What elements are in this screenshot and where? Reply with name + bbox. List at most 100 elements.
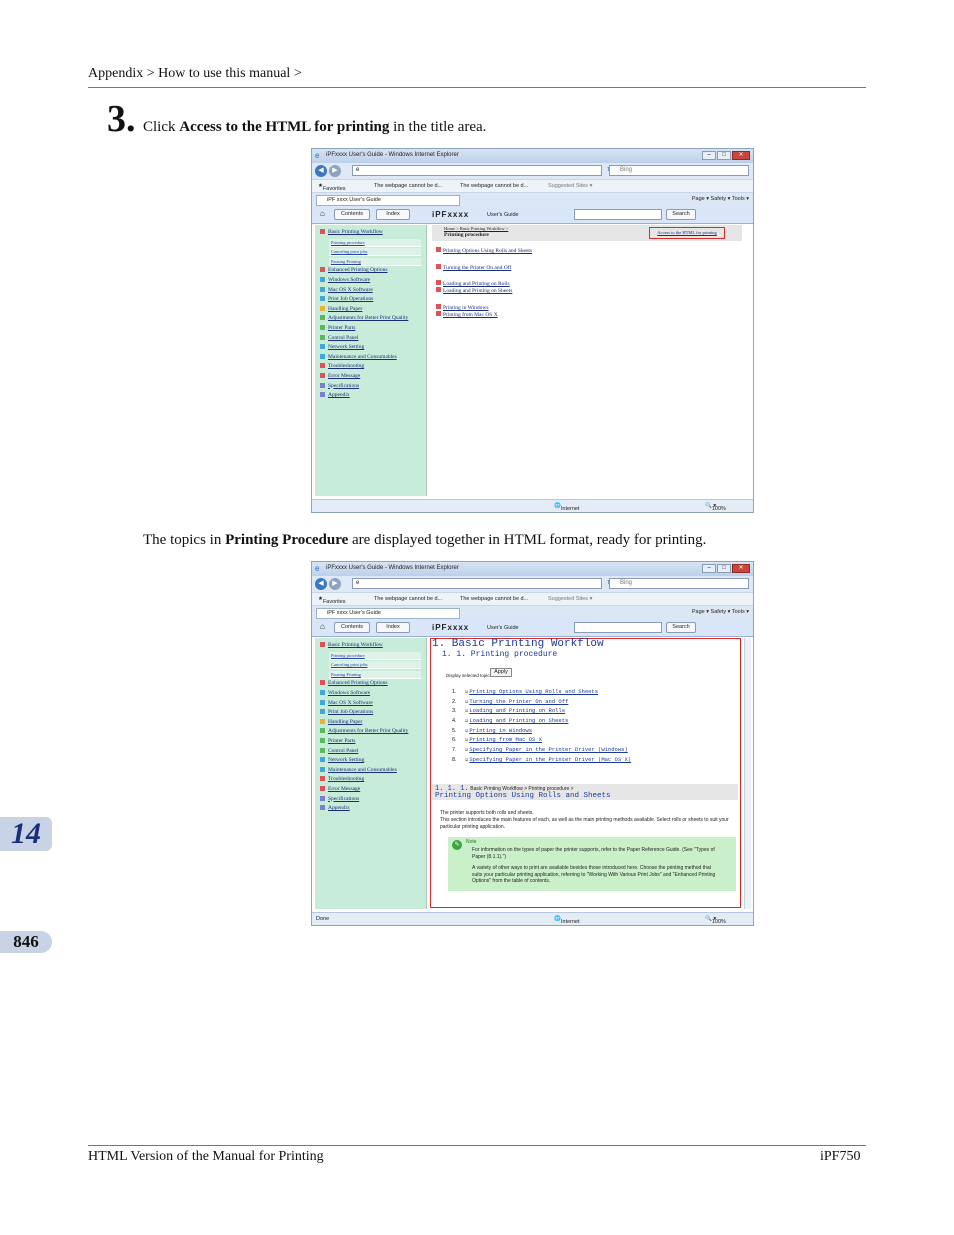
- sidebar-item[interactable]: Control Panel: [320, 334, 358, 341]
- sidebar-item[interactable]: Enhanced Printing Options: [320, 680, 388, 686]
- sidebar-item[interactable]: Handling Paper: [320, 718, 362, 725]
- topic-link[interactable]: Printing from Mac OS X: [469, 736, 542, 743]
- forward-icon[interactable]: ▶: [329, 578, 341, 590]
- fav-item-1[interactable]: The webpage cannot be d...: [374, 183, 442, 189]
- sidebar-item[interactable]: Mac OS X Software: [320, 286, 373, 293]
- sidebar-item[interactable]: Error Message: [320, 373, 360, 379]
- forward-icon[interactable]: ▶: [329, 165, 341, 177]
- search-button[interactable]: Search: [666, 209, 696, 220]
- sidebar-item[interactable]: Control Panel: [320, 747, 358, 754]
- fav-item-3[interactable]: Suggested Sites ▾: [548, 596, 592, 602]
- app-search-input[interactable]: [574, 209, 662, 220]
- topic-link[interactable]: Loading and Printing on Sheets: [469, 717, 568, 724]
- contents-button[interactable]: Contents: [334, 209, 370, 220]
- topic-link[interactable]: Specifying Paper in the Printer Driver (…: [469, 746, 627, 753]
- topic-link[interactable]: Loading and Printing on Rolls: [469, 707, 565, 714]
- topic-checkbox[interactable]: ☑: [465, 756, 468, 763]
- index-button[interactable]: Index: [376, 209, 410, 220]
- sidebar-item[interactable]: Error Message: [320, 786, 360, 792]
- apply-button[interactable]: Apply: [490, 668, 512, 677]
- topic-checkbox[interactable]: ☑: [465, 736, 468, 743]
- sidebar-item[interactable]: Print Job Operations: [320, 709, 373, 715]
- command-bar[interactable]: Page ▾ Safety ▾ Tools ▾: [692, 609, 749, 615]
- home-icon[interactable]: ⌂: [320, 622, 325, 631]
- tab-users-guide[interactable]: iPF xxxx User's Guide: [316, 608, 460, 619]
- fav-item-2[interactable]: The webpage cannot be d...: [460, 596, 528, 602]
- topic-link[interactable]: Printing in Windows: [469, 727, 532, 734]
- close-icon[interactable]: ✕: [732, 151, 750, 160]
- zoom-level[interactable]: 🔍 100% ▾: [705, 503, 726, 512]
- address-input[interactable]: e: [352, 578, 602, 589]
- sidebar-item[interactable]: Appendix: [320, 392, 350, 398]
- sidebar-item[interactable]: Basic Printing Workflow: [320, 642, 383, 648]
- sidebar-subitem[interactable]: Pausing Printing: [329, 257, 421, 266]
- sidebar-item[interactable]: Handling Paper: [320, 305, 362, 312]
- sidebar-subitem[interactable]: Pausing Printing: [329, 670, 421, 679]
- index-button[interactable]: Index: [376, 622, 410, 633]
- sidebar-item[interactable]: Maintenance and Consumables: [320, 353, 397, 360]
- tab-users-guide[interactable]: iPF xxxx User's Guide: [316, 195, 460, 206]
- fav-item-1[interactable]: The webpage cannot be d...: [374, 596, 442, 602]
- content-link[interactable]: Loading and Printing on Sheets: [436, 287, 512, 294]
- search-button[interactable]: Search: [666, 622, 696, 633]
- bullet-square-icon: [320, 382, 325, 388]
- topic-checkbox[interactable]: ☑: [465, 746, 468, 753]
- minimize-icon[interactable]: –: [702, 151, 716, 160]
- topic-checkbox[interactable]: ☑: [465, 727, 468, 734]
- sidebar-item[interactable]: Network Setting: [320, 344, 364, 350]
- fav-item-3[interactable]: Suggested Sites ▾: [548, 183, 592, 189]
- minimize-icon[interactable]: –: [702, 564, 716, 573]
- sidebar-item[interactable]: Enhanced Printing Options: [320, 267, 388, 273]
- sidebar-item[interactable]: Specifications: [320, 382, 359, 389]
- favorites-button[interactable]: ★ Favorites: [318, 183, 346, 192]
- content-link[interactable]: Loading and Printing on Rolls: [436, 280, 510, 287]
- sidebar-item[interactable]: Basic Printing Workflow: [320, 229, 383, 235]
- topic-checkbox[interactable]: ☑: [465, 698, 468, 705]
- favorites-button[interactable]: ★ Favorites: [318, 596, 346, 605]
- topic-checkbox[interactable]: ☑: [465, 688, 468, 695]
- search-input[interactable]: Bing: [609, 165, 749, 176]
- sidebar-item[interactable]: Mac OS X Software: [320, 699, 373, 706]
- scrollbar[interactable]: [744, 638, 751, 909]
- app-search-input[interactable]: [574, 622, 662, 633]
- sidebar-subitem[interactable]: Canceling print jobs: [329, 661, 421, 670]
- topic-checkbox[interactable]: ☑: [465, 717, 468, 724]
- content-link[interactable]: Printing from Mac OS X: [436, 311, 498, 318]
- sidebar-subitem[interactable]: Canceling print jobs: [329, 248, 421, 257]
- sidebar-item[interactable]: Maintenance and Consumables: [320, 766, 397, 773]
- topic-link[interactable]: Printing Options Using Rolls and Sheets: [469, 688, 598, 695]
- topic-checkbox[interactable]: ☑: [465, 707, 468, 714]
- topic-link[interactable]: Turning the Printer On and Off: [469, 698, 568, 705]
- sidebar-item[interactable]: Printer Parts: [320, 325, 355, 331]
- sidebar-item[interactable]: Troubleshooting: [320, 363, 364, 369]
- address-input[interactable]: e: [352, 165, 602, 176]
- maximize-icon[interactable]: □: [717, 564, 731, 573]
- sidebar-item[interactable]: Printer Parts: [320, 738, 355, 744]
- maximize-icon[interactable]: □: [717, 151, 731, 160]
- back-icon[interactable]: ◀: [315, 165, 327, 177]
- content-link[interactable]: Printing in Windows: [436, 304, 489, 311]
- back-icon[interactable]: ◀: [315, 578, 327, 590]
- topic-link[interactable]: Specifying Paper in the Printer Driver (…: [469, 756, 631, 763]
- content-link[interactable]: Printing Options Using Rolls and Sheets: [436, 247, 532, 254]
- sidebar-item[interactable]: Appendix: [320, 805, 350, 811]
- fav-item-2[interactable]: The webpage cannot be d...: [460, 183, 528, 189]
- sidebar-item[interactable]: Adjustments for Better Print Quality: [320, 315, 408, 321]
- sidebar-item[interactable]: Adjustments for Better Print Quality: [320, 728, 408, 734]
- sidebar-item[interactable]: Windows Software: [320, 277, 370, 283]
- sidebar-item[interactable]: Network Setting: [320, 757, 364, 763]
- sidebar-item[interactable]: Troubleshooting: [320, 776, 364, 782]
- sidebar-item[interactable]: Print Job Operations: [320, 296, 373, 302]
- command-bar[interactable]: Page ▾ Safety ▾ Tools ▾: [692, 196, 749, 202]
- content-link[interactable]: Turning the Printer On and Off: [436, 264, 511, 271]
- close-icon[interactable]: ✕: [732, 564, 750, 573]
- home-icon[interactable]: ⌂: [320, 209, 325, 218]
- sidebar-item[interactable]: Specifications: [320, 795, 359, 802]
- sidebar-item[interactable]: Windows Software: [320, 690, 370, 696]
- sidebar-subitem[interactable]: Printing procedure: [329, 238, 421, 247]
- sidebar-subitem[interactable]: Printing procedure: [329, 651, 421, 660]
- contents-button[interactable]: Contents: [334, 622, 370, 633]
- access-html-link[interactable]: Access to the HTML for printing: [649, 227, 725, 239]
- search-input[interactable]: Bing: [609, 578, 749, 589]
- zoom-level[interactable]: 🔍 100% ▾: [705, 916, 726, 925]
